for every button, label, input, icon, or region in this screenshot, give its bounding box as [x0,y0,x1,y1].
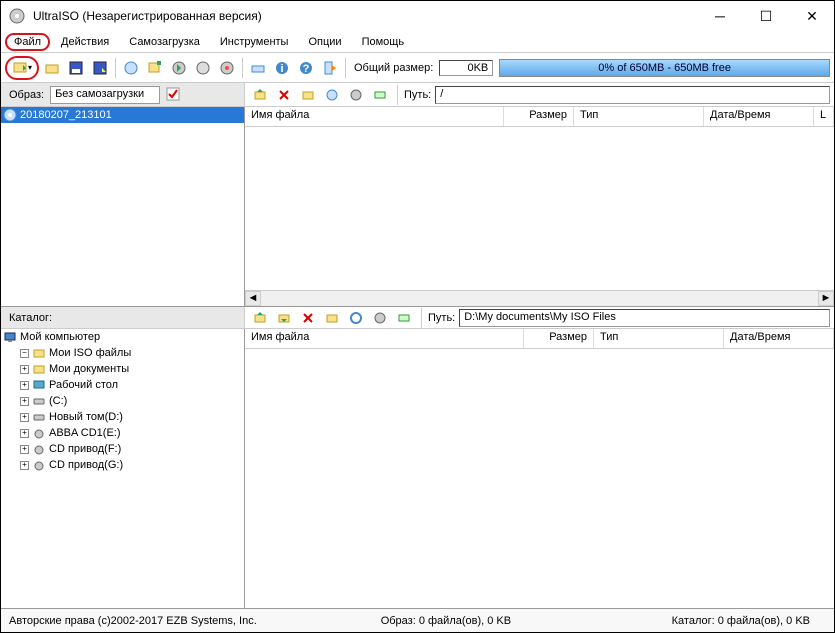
image-label: Образ: [9,89,44,101]
col-size[interactable]: Размер [524,329,594,348]
col-name[interactable]: Имя файла [245,107,504,126]
menu-help[interactable]: Помощь [353,33,414,51]
new-button[interactable]: ▾ [5,56,39,80]
boot-type-combo[interactable]: Без самозагрузки [50,86,160,104]
tree-drive-f[interactable]: +CD привод(F:) [1,441,244,457]
img-delete-icon[interactable] [273,84,295,106]
info-button[interactable]: i [271,57,293,79]
local-up-icon[interactable] [249,307,271,329]
save-as-button[interactable] [89,57,111,79]
tree-drive-g[interactable]: +CD привод(G:) [1,457,244,473]
open-button[interactable] [41,57,63,79]
col-type[interactable]: Тип [594,329,724,348]
menu-tools[interactable]: Инструменты [211,33,298,51]
local-settings-icon[interactable] [369,307,391,329]
save-button[interactable] [65,57,87,79]
img-newfolder-icon[interactable] [297,84,319,106]
mount-button[interactable] [247,57,269,79]
image-path-label: Путь: [400,89,435,101]
local-path-label: Путь: [424,312,459,324]
titlebar: UltraISO (Незарегистрированная версия) ─… [1,1,834,31]
image-path-value[interactable]: / [435,86,830,104]
image-list-header[interactable]: Имя файла Размер Тип Дата/Время L [245,107,834,127]
local-add-icon[interactable] [273,307,295,329]
total-size-label: Общий размер: [350,62,437,74]
main-toolbar: ▾ i ? Общий размер: 0KB 0% of 650MB - 65… [1,53,834,83]
local-panel: Мой компьютер −Мои ISO файлы +Мои докуме… [1,329,834,608]
svg-text:?: ? [303,63,310,75]
img-props-icon[interactable] [321,84,343,106]
compress-button[interactable] [192,57,214,79]
status-copyright: Авторские права (c)2002-2017 EZB Systems… [9,615,325,627]
local-tree[interactable]: Мой компьютер −Мои ISO файлы +Мои докуме… [1,329,245,608]
total-size-value: 0KB [439,60,493,76]
minimize-button[interactable]: ─ [706,8,734,25]
menubar: Файл Действия Самозагрузка Инструменты О… [1,31,834,53]
tree-my-computer[interactable]: Мой компьютер [1,329,244,345]
local-newfolder-icon[interactable] [321,307,343,329]
tree-desktop[interactable]: +Рабочий стол [1,377,244,393]
burn-button[interactable] [216,57,238,79]
svg-text:i: i [280,63,283,75]
local-path-value[interactable]: D:\My documents\My ISO Files [459,309,830,327]
local-list-header[interactable]: Имя файла Размер Тип Дата/Время [245,329,834,349]
statusbar: Авторские права (c)2002-2017 EZB Systems… [1,608,834,632]
col-date[interactable]: Дата/Время [724,329,834,348]
col-date[interactable]: Дата/Время [704,107,814,126]
img-settings-icon[interactable] [345,84,367,106]
close-button[interactable]: ✕ [798,8,826,25]
app-icon [9,8,25,24]
image-tree-root[interactable]: 20180207_213101 [1,107,244,123]
menu-options[interactable]: Опции [299,33,350,51]
local-refresh-icon[interactable] [345,307,367,329]
tree-drive-d[interactable]: +Новый том(D:) [1,409,244,425]
local-search-icon[interactable] [393,307,415,329]
status-catalog: Каталог: 0 файла(ов), 0 KB [567,615,826,627]
help-button[interactable]: ? [295,57,317,79]
tree-my-docs[interactable]: +Мои документы [1,361,244,377]
window-title: UltraISO (Незарегистрированная версия) [33,9,706,23]
menu-bootable[interactable]: Самозагрузка [120,33,209,51]
catalog-label: Каталог: [1,307,245,328]
img-label-icon[interactable] [369,84,391,106]
img-up-icon[interactable] [249,84,271,106]
maximize-button[interactable]: ☐ [752,8,780,25]
col-type[interactable]: Тип [574,107,704,126]
extract-button[interactable] [168,57,190,79]
local-delete-icon[interactable] [297,307,319,329]
add-files-button[interactable] [144,57,166,79]
image-hscroll[interactable]: ◄► [245,290,834,306]
tree-drive-e[interactable]: +ABBA CD1(E:) [1,425,244,441]
boot-check-icon[interactable] [166,87,182,103]
menu-file[interactable]: Файл [5,33,50,51]
image-bar: Образ: Без самозагрузки Путь: / [1,83,834,107]
tree-drive-c[interactable]: +(C:) [1,393,244,409]
col-size[interactable]: Размер [504,107,574,126]
exit-button[interactable] [319,57,341,79]
col-l[interactable]: L [814,107,834,126]
catalog-bar: Каталог: Путь: D:\My documents\My ISO Fi… [1,307,834,329]
tree-my-iso[interactable]: −Мои ISO файлы [1,345,244,361]
image-panel: 20180207_213101 Имя файла Размер Тип Дат… [1,107,834,307]
status-image: Образ: 0 файла(ов), 0 KB [325,615,568,627]
image-file-list[interactable]: Имя файла Размер Тип Дата/Время L ◄► [245,107,834,306]
capacity-bar[interactable]: 0% of 650MB - 650MB free [499,59,830,77]
image-tree[interactable]: 20180207_213101 [1,107,245,306]
menu-actions[interactable]: Действия [52,33,118,51]
create-cd-button[interactable] [120,57,142,79]
local-file-list[interactable]: Имя файла Размер Тип Дата/Время [245,329,834,608]
col-name[interactable]: Имя файла [245,329,524,348]
